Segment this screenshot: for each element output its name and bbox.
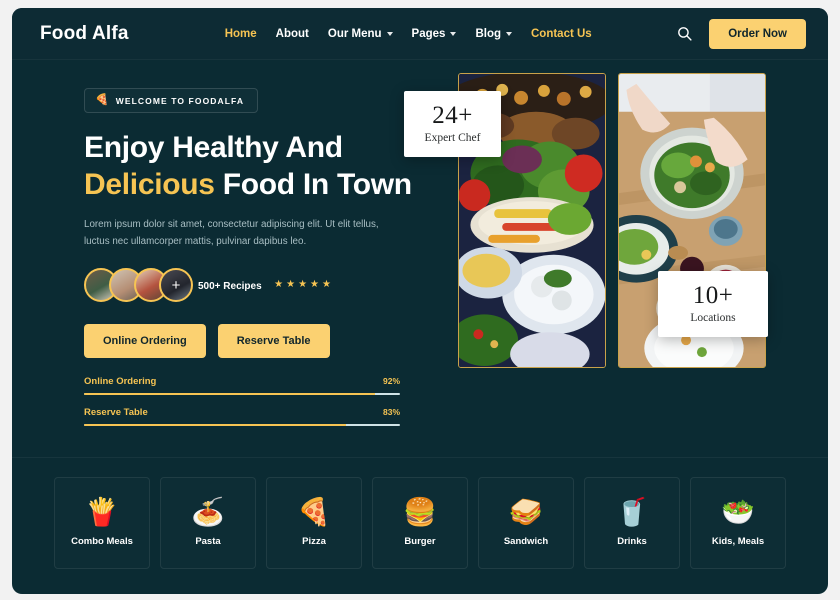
nav-item-about[interactable]: About (276, 28, 309, 40)
burger-icon: 🍔 (403, 496, 437, 527)
nav-item-label: Home (224, 27, 257, 40)
category-label: Kids, Meals (711, 535, 765, 547)
sandwich-icon: 🥪 (509, 496, 543, 527)
social-proof-row: + 500+ Recipes ★ ★ ★ ★ ★ (84, 268, 414, 303)
reserve-table-button[interactable]: Reserve Table (217, 324, 330, 359)
nav-item-label: Pages (411, 27, 446, 40)
skill-label: Online Ordering (84, 376, 157, 388)
plus-icon: + (171, 276, 181, 294)
nav-item-label: Contact Us (531, 27, 592, 40)
welcome-badge: 🍕 WELCOME TO FOODALFA (84, 88, 259, 113)
category-strip: 🍟 Combo Meals 🍝 Pasta 🍕 Pizza 🍔 Burger 🥪… (12, 459, 828, 594)
nav-item-pages[interactable]: Pages (412, 28, 457, 40)
navbar: Food Alfa Home About Our Menu Pages Blog… (12, 8, 828, 60)
page-root: Food Alfa Home About Our Menu Pages Blog… (0, 0, 840, 600)
kids-meals-icon: 🥗 (721, 496, 755, 527)
skill-online-ordering: Online Ordering 92% (84, 376, 400, 396)
rating-stars: ★ ★ ★ ★ ★ (274, 280, 331, 290)
recipes-count-label: 500+ Recipes (198, 281, 262, 293)
headline-highlight: Delicious (84, 167, 215, 201)
progress-track (84, 424, 400, 427)
category-label: Pasta (195, 535, 221, 547)
stat-card-locations: 10+ Locations (658, 271, 768, 338)
nav-item-blog[interactable]: Blog (475, 28, 512, 40)
pizza-icon: 🍕 (297, 496, 331, 527)
avatar-more[interactable]: + (159, 268, 193, 303)
hero-cta-row: Online Ordering Reserve Table (84, 324, 414, 359)
site-logo[interactable]: Food Alfa (40, 23, 129, 45)
category-label: Combo Meals (71, 535, 133, 547)
online-ordering-button[interactable]: Online Ordering (84, 324, 206, 359)
nav-item-label: Our Menu (327, 27, 382, 40)
skill-label: Reserve Table (84, 407, 148, 419)
skill-header: Online Ordering 92% (84, 376, 400, 387)
navbar-actions: Order Now (676, 18, 806, 49)
hero-section: 🍕 WELCOME TO FOODALFA Enjoy Healthy And … (12, 60, 828, 458)
headline-line-2: Food In Town (214, 167, 412, 201)
stat-label: Expert Chef (424, 132, 481, 145)
nav-item-our-menu[interactable]: Our Menu (328, 28, 393, 40)
progress-fill (84, 424, 347, 427)
chevron-down-icon (450, 31, 457, 36)
skill-header: Reserve Table 83% (84, 407, 400, 418)
skill-percent: 92% (382, 376, 400, 387)
pasta-icon: 🍝 (191, 496, 225, 527)
category-card-pasta[interactable]: 🍝 Pasta (160, 476, 256, 569)
skill-percent: 83% (382, 407, 400, 418)
nav-item-label: Blog (475, 27, 501, 40)
category-card-kids-meals[interactable]: 🥗 Kids, Meals (690, 476, 786, 569)
hero-gallery: 24+ Expert Chef 10+ Locations (404, 60, 806, 458)
category-card-sandwich[interactable]: 🥪 Sandwich (478, 476, 574, 569)
stat-number: 10+ (692, 282, 734, 309)
hero-paragraph: Lorem ipsum dolor sit amet, consectetur … (84, 219, 379, 248)
chevron-down-icon (506, 31, 512, 36)
combo-meals-icon: 🍟 (85, 496, 119, 527)
skill-reserve-table: Reserve Table 83% (84, 407, 400, 427)
avatar-group: + (84, 268, 193, 303)
nav-item-home[interactable]: Home (225, 28, 257, 40)
skill-bars: Online Ordering 92% Reserve Table 83% (84, 376, 400, 427)
star-icon: ★ (286, 279, 296, 291)
headline-line-1: Enjoy Healthy And (84, 131, 343, 164)
pizza-slice-icon: 🍕 (95, 94, 109, 106)
hero-content: 🍕 WELCOME TO FOODALFA Enjoy Healthy And … (84, 88, 414, 427)
category-card-drinks[interactable]: 🥤 Drinks (584, 476, 680, 569)
category-label: Drinks (617, 535, 647, 547)
chevron-down-icon (386, 31, 393, 36)
search-icon[interactable] (676, 25, 693, 42)
category-card-pizza[interactable]: 🍕 Pizza (266, 476, 362, 569)
stat-card-expert-chef: 24+ Expert Chef (404, 91, 501, 158)
stat-number: 24+ (432, 102, 473, 129)
category-label: Sandwich (503, 535, 549, 547)
category-card-combo-meals[interactable]: 🍟 Combo Meals (54, 476, 150, 569)
star-icon: ★ (298, 279, 308, 291)
progress-fill (84, 393, 375, 396)
primary-navigation: Home About Our Menu Pages Blog Contact U… (225, 28, 592, 40)
star-icon: ★ (274, 279, 284, 291)
hero-headline: Enjoy Healthy And Delicious Food In Town (84, 130, 414, 203)
category-card-burger[interactable]: 🍔 Burger (372, 476, 468, 569)
drinks-icon: 🥤 (615, 496, 649, 527)
star-icon: ★ (310, 279, 319, 291)
welcome-badge-label: WELCOME TO FOODALFA (115, 95, 245, 106)
nav-item-label: About (275, 27, 309, 40)
site-shell: Food Alfa Home About Our Menu Pages Blog… (12, 8, 828, 594)
category-label: Pizza (302, 535, 326, 547)
stat-label: Locations (690, 312, 736, 325)
order-now-button[interactable]: Order Now (709, 18, 806, 49)
progress-track (84, 393, 400, 396)
category-label: Burger (404, 535, 436, 547)
star-icon: ★ (322, 279, 331, 291)
nav-item-contact-us[interactable]: Contact Us (531, 28, 592, 40)
recipes-rating: 500+ Recipes ★ ★ ★ ★ ★ (198, 276, 331, 294)
